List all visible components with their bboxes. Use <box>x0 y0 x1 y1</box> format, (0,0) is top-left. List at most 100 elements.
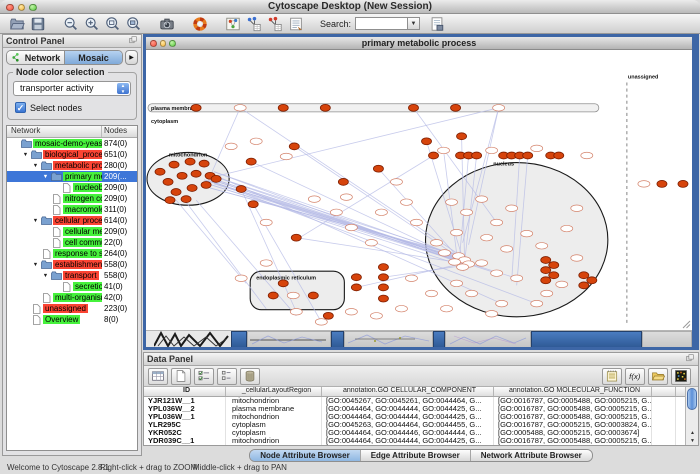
tree-row[interactable]: unassigned223(0) <box>7 303 137 314</box>
zoom-fit-button[interactable] <box>102 15 123 33</box>
graph-label-node[interactable] <box>308 196 320 202</box>
network-tree-header[interactable]: Network Nodes <box>7 126 137 138</box>
graph-node[interactable] <box>351 274 361 281</box>
tree-row[interactable]: nucleobase-209(0) <box>7 182 137 193</box>
tab-edge-attribute-browser[interactable]: Edge Attribute Browser <box>360 450 470 461</box>
graph-label-node[interactable] <box>250 138 262 144</box>
graph-label-node[interactable] <box>501 246 513 252</box>
background-window-titlebar[interactable] <box>433 331 445 347</box>
graph-label-node[interactable] <box>340 194 352 200</box>
graph-node[interactable] <box>308 292 318 299</box>
tab-network-attribute-browser[interactable]: Network Attribute Browser <box>470 450 592 461</box>
graph-node[interactable] <box>373 165 383 172</box>
graph-label-node[interactable] <box>234 105 246 111</box>
graph-node[interactable] <box>185 158 195 165</box>
graph-node[interactable] <box>678 180 688 187</box>
graph-node[interactable] <box>323 312 333 319</box>
save-session-button[interactable] <box>27 15 48 33</box>
network-overview-button[interactable] <box>222 15 243 33</box>
graph-label-node[interactable] <box>395 305 407 311</box>
network-canvas[interactable]: plasma membranecytoplasmmitochondrionnuc… <box>146 50 692 330</box>
graph-label-node[interactable] <box>405 275 417 281</box>
graph-label-node[interactable] <box>451 280 463 286</box>
tree-row[interactable]: Overview8(0) <box>7 314 137 325</box>
resize-grip[interactable] <box>682 320 691 329</box>
graph-node[interactable] <box>268 292 278 299</box>
graph-node[interactable] <box>657 180 667 187</box>
delete-trash-button[interactable] <box>240 368 260 385</box>
column-header[interactable]: _cellularLayoutRegion <box>226 387 322 396</box>
graph-node[interactable] <box>248 201 258 208</box>
graph-node[interactable] <box>165 197 175 204</box>
graph-node[interactable] <box>422 138 432 145</box>
tab-mosaic[interactable]: Mosaic <box>64 51 122 64</box>
table-row[interactable]: YLR295Ccytoplasm[GO:0045263, GO:0044464,… <box>144 421 685 429</box>
graph-label-node[interactable] <box>365 240 377 246</box>
table-row[interactable]: YPL036W__1mitochondrion[GO:0044464, GO:0… <box>144 413 685 421</box>
region-plasma-membrane[interactable] <box>148 104 599 112</box>
graph-node[interactable] <box>541 267 551 274</box>
tree-row[interactable]: mosaic-demo-yeast874(0) <box>7 138 137 149</box>
graph-label-node[interactable] <box>451 229 463 235</box>
graph-node[interactable] <box>554 152 564 159</box>
select-attributes-button[interactable] <box>194 368 214 385</box>
attribute-list-button[interactable] <box>217 368 237 385</box>
background-windows-strip[interactable] <box>146 330 692 347</box>
graph-label-node[interactable] <box>400 199 412 205</box>
graph-label-node[interactable] <box>287 292 299 298</box>
graph-node[interactable] <box>278 104 288 111</box>
graph-label-node[interactable] <box>375 209 387 215</box>
background-window-titlebar[interactable] <box>331 331 344 347</box>
graph-label-node[interactable] <box>556 281 568 287</box>
network-window-titlebar[interactable]: primary metabolic process <box>146 37 692 50</box>
graph-node[interactable] <box>291 234 301 241</box>
new-document-button[interactable] <box>171 368 191 385</box>
tab-node-attribute-browser[interactable]: Node Attribute Browser <box>250 450 360 461</box>
table-row[interactable]: YPL036W__2plasma membrane[GO:0044464, GO… <box>144 405 685 413</box>
open-attributes-button[interactable] <box>648 368 668 385</box>
graph-label-node[interactable] <box>439 250 451 256</box>
tree-row[interactable]: cell communicat22(0) <box>7 237 137 248</box>
expand-arrow-icon[interactable]: ▼ <box>41 273 50 279</box>
graph-label-node[interactable] <box>531 300 543 306</box>
graph-node[interactable] <box>236 186 246 193</box>
graph-node[interactable] <box>378 264 388 271</box>
graph-node[interactable] <box>191 104 201 111</box>
graph-node[interactable] <box>177 172 187 179</box>
open-folder-button[interactable] <box>6 15 27 33</box>
graph-node[interactable] <box>579 272 589 279</box>
background-window-titlebar[interactable] <box>231 331 247 347</box>
graph-node[interactable] <box>289 143 299 150</box>
graph-label-node[interactable] <box>493 105 505 111</box>
graph-node[interactable] <box>451 104 461 111</box>
graph-label-node[interactable] <box>571 255 583 261</box>
graph-node[interactable] <box>549 262 559 269</box>
scrollbar-arrows[interactable]: ▲▼ <box>686 429 699 445</box>
graph-label-node[interactable] <box>481 234 493 240</box>
background-window-content[interactable] <box>445 331 531 347</box>
tab-network[interactable]: Network <box>7 51 64 64</box>
graph-node[interactable] <box>351 284 361 291</box>
graph-label-node[interactable] <box>431 240 443 246</box>
graph-label-node[interactable] <box>521 230 533 236</box>
graph-node[interactable] <box>378 274 388 281</box>
tree-row[interactable]: ▼metabolic process280(0) <box>7 160 137 171</box>
graph-node[interactable] <box>587 277 597 284</box>
tree-row[interactable]: secretion41(0) <box>7 281 137 292</box>
help-ring-button[interactable] <box>189 15 210 33</box>
matrix-view-button[interactable] <box>671 368 691 385</box>
graph-node[interactable] <box>211 175 221 182</box>
graph-label-node[interactable] <box>486 311 498 317</box>
graph-label-node[interactable] <box>449 259 461 265</box>
graph-label-node[interactable] <box>496 300 508 306</box>
graph-node[interactable] <box>163 178 173 185</box>
graph-node[interactable] <box>171 189 181 196</box>
graph-label-node[interactable] <box>571 205 583 211</box>
tree-row[interactable]: cellular metabo209(0) <box>7 226 137 237</box>
table-row[interactable]: YJR121W__1mitochondrion[GO:0045267, GO:0… <box>144 397 685 405</box>
graph-label-node[interactable] <box>410 219 422 225</box>
tree-row[interactable]: response to stimulu264(0) <box>7 248 137 259</box>
graph-label-node[interactable] <box>541 290 553 296</box>
graph-label-node[interactable] <box>315 319 327 325</box>
graph-node[interactable] <box>408 104 418 111</box>
